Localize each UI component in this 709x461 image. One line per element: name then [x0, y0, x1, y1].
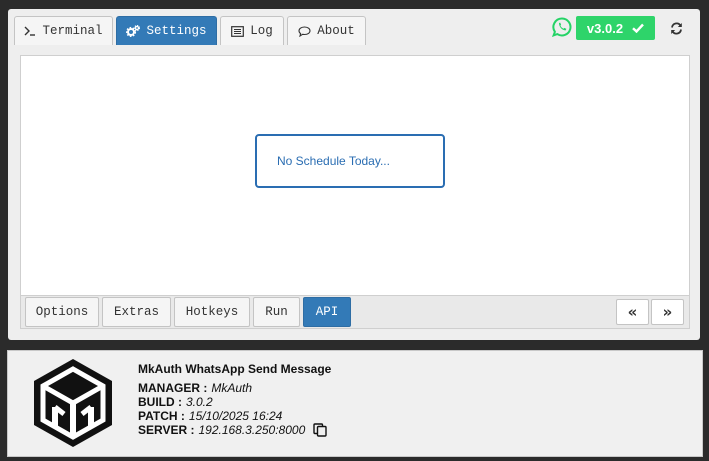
version-badge: v3.0.2: [576, 16, 655, 40]
patch-label: PATCH :: [138, 409, 185, 423]
manager-line: MANAGER : MkAuth: [138, 381, 252, 395]
tab-log[interactable]: Log: [220, 16, 284, 45]
refresh-icon: [670, 22, 682, 34]
bottom-toolbar: Options Extras Hotkeys Run API « »: [20, 296, 690, 329]
patch-line: PATCH : 15/10/2025 16:24: [138, 409, 282, 423]
tab-options[interactable]: Options: [25, 297, 99, 327]
build-value: 3.0.2: [186, 395, 213, 409]
server-label: SERVER :: [138, 423, 195, 437]
manager-value: MkAuth: [211, 381, 253, 395]
server-value: 192.168.3.250:8000: [198, 423, 306, 437]
schedule-message: No Schedule Today...: [277, 154, 390, 168]
tab-extras[interactable]: Extras: [102, 297, 171, 327]
server-line: SERVER : 192.168.3.250:8000: [138, 423, 327, 437]
next-button[interactable]: »: [651, 299, 684, 325]
build-label: BUILD :: [138, 395, 182, 409]
tab-settings[interactable]: Settings: [116, 16, 217, 45]
copy-icon[interactable]: [313, 423, 327, 437]
list-icon: [231, 25, 245, 37]
refresh-button[interactable]: [666, 18, 686, 38]
cogs-icon: [126, 25, 141, 37]
footer-panel: MkAuth WhatsApp Send Message MANAGER : M…: [7, 350, 703, 457]
app-panel: Terminal Settings Log About v3.0.2 No Sc…: [8, 9, 700, 340]
tab-api[interactable]: API: [303, 297, 351, 327]
build-line: BUILD : 3.0.2: [138, 395, 213, 409]
mkauth-logo-icon: [34, 359, 112, 447]
manager-label: MANAGER :: [138, 381, 208, 395]
tab-label: About: [317, 24, 355, 38]
tab-about[interactable]: About: [287, 16, 366, 45]
tab-hotkeys[interactable]: Hotkeys: [174, 297, 250, 327]
app-name: MkAuth WhatsApp Send Message: [138, 362, 332, 376]
terminal-icon: [24, 26, 36, 36]
tab-label: Log: [250, 24, 273, 38]
patch-value: 15/10/2025 16:24: [188, 409, 283, 423]
content-area: No Schedule Today...: [20, 55, 690, 296]
comment-icon: [298, 25, 311, 37]
tab-label: Settings: [146, 24, 207, 38]
check-icon: [632, 23, 644, 33]
prev-button[interactable]: «: [616, 299, 649, 325]
whatsapp-icon[interactable]: [552, 17, 572, 37]
version-text: v3.0.2: [586, 20, 624, 36]
tab-label: Terminal: [42, 24, 103, 38]
schedule-box: No Schedule Today...: [255, 134, 445, 188]
tab-terminal[interactable]: Terminal: [14, 16, 113, 45]
tab-run[interactable]: Run: [253, 297, 300, 327]
